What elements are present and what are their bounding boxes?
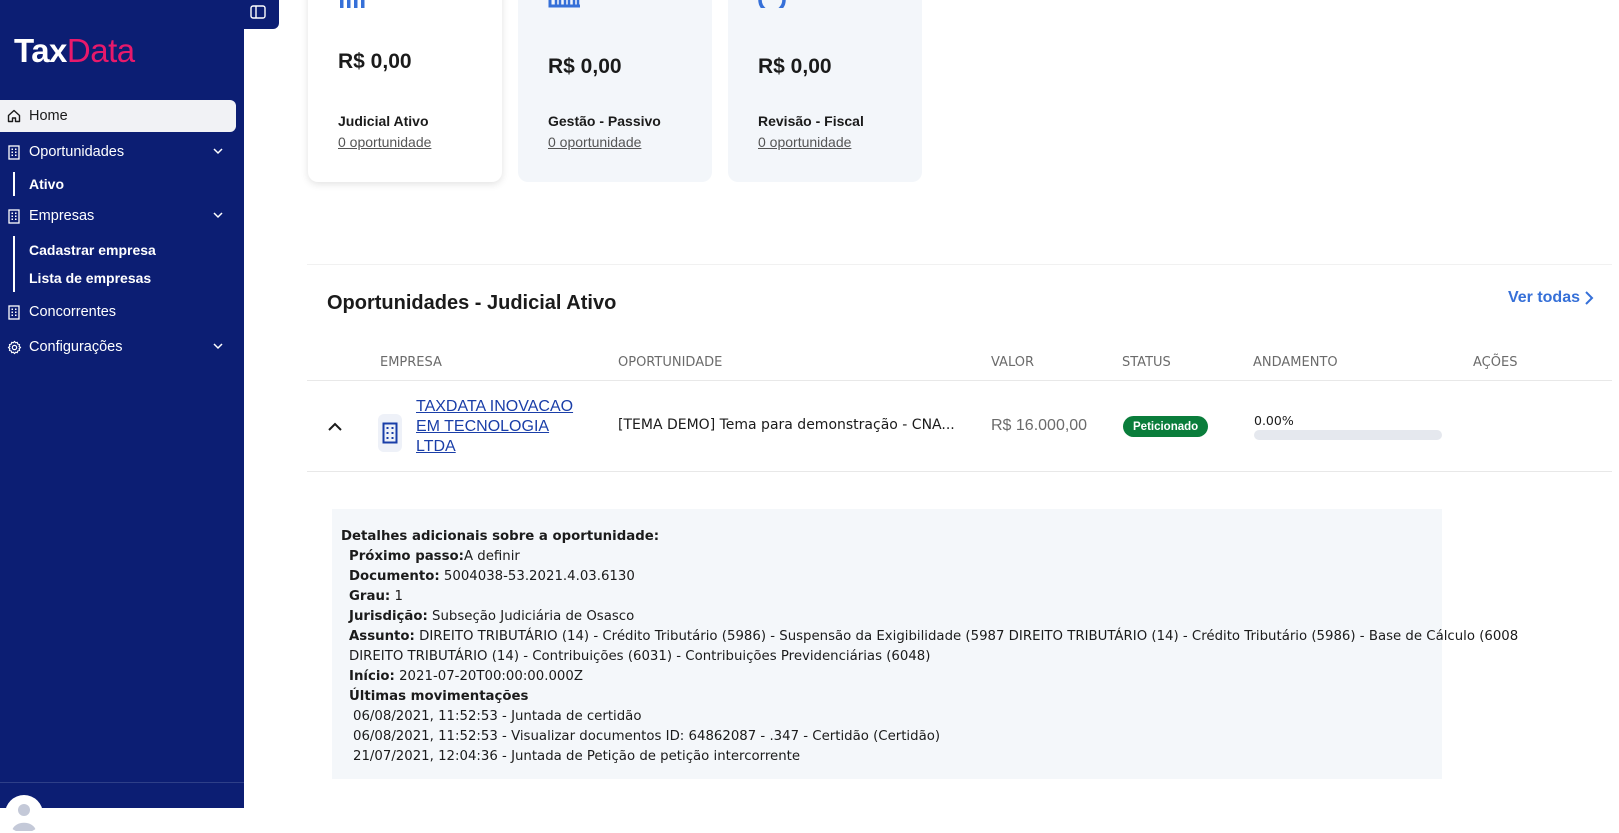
- status-badge: Peticionado: [1123, 416, 1209, 437]
- see-all-link[interactable]: Ver todas: [1508, 289, 1594, 307]
- sidebar-toggle-icon: [249, 5, 266, 24]
- pie-chart-icon: [758, 0, 790, 8]
- header-valor: VALOR: [991, 355, 1034, 370]
- company-link[interactable]: TAXDATA INOVACAO EM TECNOLOGIA LTDA: [416, 397, 586, 457]
- progress-label: 0.00%: [1254, 413, 1294, 428]
- details-proximo-passo: Próximo passo:A definir: [349, 549, 520, 564]
- building-icon: [6, 144, 22, 160]
- card-count-link[interactable]: 0 oportunidade: [548, 134, 641, 150]
- sidebar: TaxData Home Oportunidades Ativo Empresa: [0, 0, 244, 833]
- table-header: EMPRESA OPORTUNIDADE VALOR STATUS ANDAME…: [307, 347, 1612, 381]
- opportunities-section: Oportunidades - Judicial Ativo Ver todas…: [307, 264, 1612, 824]
- sidebar-item-label: Configurações: [29, 339, 123, 355]
- header-acoes: AÇÕES: [1473, 355, 1518, 370]
- sidebar-subitem-label: Lista de empresas: [29, 270, 152, 286]
- bar-chart-icon: [338, 0, 370, 8]
- sidebar-nav: Home Oportunidades Ativo Empresas Cadast…: [0, 100, 236, 363]
- sidebar-toggle-button[interactable]: [236, 0, 279, 29]
- header-oportunidade: OPORTUNIDADE: [618, 355, 723, 370]
- sidebar-item-empresas[interactable]: Empresas: [0, 200, 236, 232]
- table-row: TAXDATA INOVACAO EM TECNOLOGIA LTDA [TEM…: [307, 381, 1612, 472]
- sidebar-item-oportunidades[interactable]: Oportunidades: [0, 136, 236, 168]
- details-assunto-cont: DIREITO TRIBUTÁRIO (14) - Contribuições …: [349, 649, 931, 664]
- sidebar-item-label: Oportunidades: [29, 144, 125, 160]
- movement-item: 21/07/2021, 12:04:36 - Juntada de Petiçã…: [353, 749, 801, 764]
- details-grau: Grau: 1: [349, 589, 403, 604]
- sidebar-item-label: Concorrentes: [29, 304, 117, 320]
- sidebar-subitem-cadastrar[interactable]: Cadastrar empresa: [15, 236, 236, 264]
- chevron-right-icon: [1584, 290, 1594, 306]
- details-heading: Detalhes adicionais sobre a oportunidade…: [341, 529, 660, 544]
- chevron-down-icon[interactable]: [212, 145, 224, 161]
- movement-item: 06/08/2021, 11:52:53 - Juntada de certid…: [353, 709, 642, 724]
- details-inicio: Início: 2021-07-20T00:00:00.000Z: [349, 669, 583, 684]
- opportunity-details: Detalhes adicionais sobre a oportunidade…: [332, 509, 1519, 779]
- card-value: R$ 0,00: [758, 55, 832, 78]
- card-count-link[interactable]: 0 oportunidade: [758, 134, 851, 150]
- details-jurisdicao: Jurisdição: Subseção Judiciária de Osasc…: [349, 609, 635, 624]
- movement-item: 06/08/2021, 11:52:53 - Visualizar docume…: [353, 729, 941, 744]
- header-empresa: EMPRESA: [380, 355, 442, 370]
- avatar[interactable]: [5, 795, 43, 833]
- card-value: R$ 0,00: [548, 55, 622, 78]
- card-label: Gestão - Passivo: [548, 113, 661, 129]
- card-count-link[interactable]: 0 oportunidade: [338, 134, 431, 150]
- card-label: Judicial Ativo: [338, 113, 429, 129]
- empresas-submenu: Cadastrar empresa Lista de empresas: [13, 236, 236, 292]
- opportunity-text: [TEMA DEMO] Tema para demonstração - CNA…: [618, 417, 955, 433]
- sidebar-item-label: Empresas: [29, 208, 95, 224]
- logo[interactable]: TaxData: [14, 32, 135, 70]
- sidebar-item-configuracoes[interactable]: Configurações: [0, 331, 236, 363]
- card-value: R$ 0,00: [338, 50, 412, 73]
- value-text: R$ 16.000,00: [991, 417, 1088, 434]
- chevron-down-icon[interactable]: [212, 209, 224, 225]
- see-all-label: Ver todas: [1507, 289, 1580, 306]
- details-documento: Documento: 5004038-53.2021.4.03.6130: [349, 569, 635, 584]
- details-movimentacoes-label: Últimas movimentações: [349, 689, 529, 704]
- header-andamento: ANDAMENTO: [1253, 355, 1338, 370]
- sidebar-item-label: Home: [29, 108, 68, 124]
- logo-data: Data: [66, 32, 135, 69]
- building-icon: [378, 414, 402, 452]
- card-label: Revisão - Fiscal: [758, 113, 864, 129]
- summary-card-judicial-ativo[interactable]: R$ 0,00 Judicial Ativo 0 oportunidade: [308, 0, 502, 182]
- progress-bar: [1254, 430, 1442, 440]
- sidebar-item-concorrentes[interactable]: Concorrentes: [0, 296, 236, 328]
- building-icon: [6, 208, 22, 224]
- sidebar-subitem-label: Cadastrar empresa: [29, 242, 156, 258]
- sidebar-subitem-ativo[interactable]: Ativo: [13, 172, 236, 196]
- columns-chart-icon: [548, 0, 580, 8]
- summary-card-revisao-fiscal[interactable]: R$ 0,00 Revisão - Fiscal 0 oportunidade: [728, 0, 922, 182]
- sidebar-subitem-label: Ativo: [29, 176, 64, 192]
- chevron-up-icon[interactable]: [327, 419, 343, 435]
- sidebar-item-home[interactable]: Home: [0, 100, 236, 132]
- chevron-down-icon[interactable]: [212, 340, 224, 356]
- summary-card-gestao-passivo[interactable]: R$ 0,00 Gestão - Passivo 0 oportunidade: [518, 0, 712, 182]
- gear-icon: [6, 339, 22, 355]
- logo-tax: Tax: [14, 32, 67, 69]
- section-title: Oportunidades - Judicial Ativo: [327, 292, 617, 314]
- header-status: STATUS: [1122, 355, 1171, 370]
- sidebar-subitem-lista[interactable]: Lista de empresas: [15, 264, 236, 292]
- building-icon: [6, 304, 22, 320]
- details-assunto: Assunto: DIREITO TRIBUTÁRIO (14) - Crédi…: [349, 629, 1519, 644]
- home-icon: [6, 108, 22, 124]
- sidebar-footer: [0, 782, 244, 833]
